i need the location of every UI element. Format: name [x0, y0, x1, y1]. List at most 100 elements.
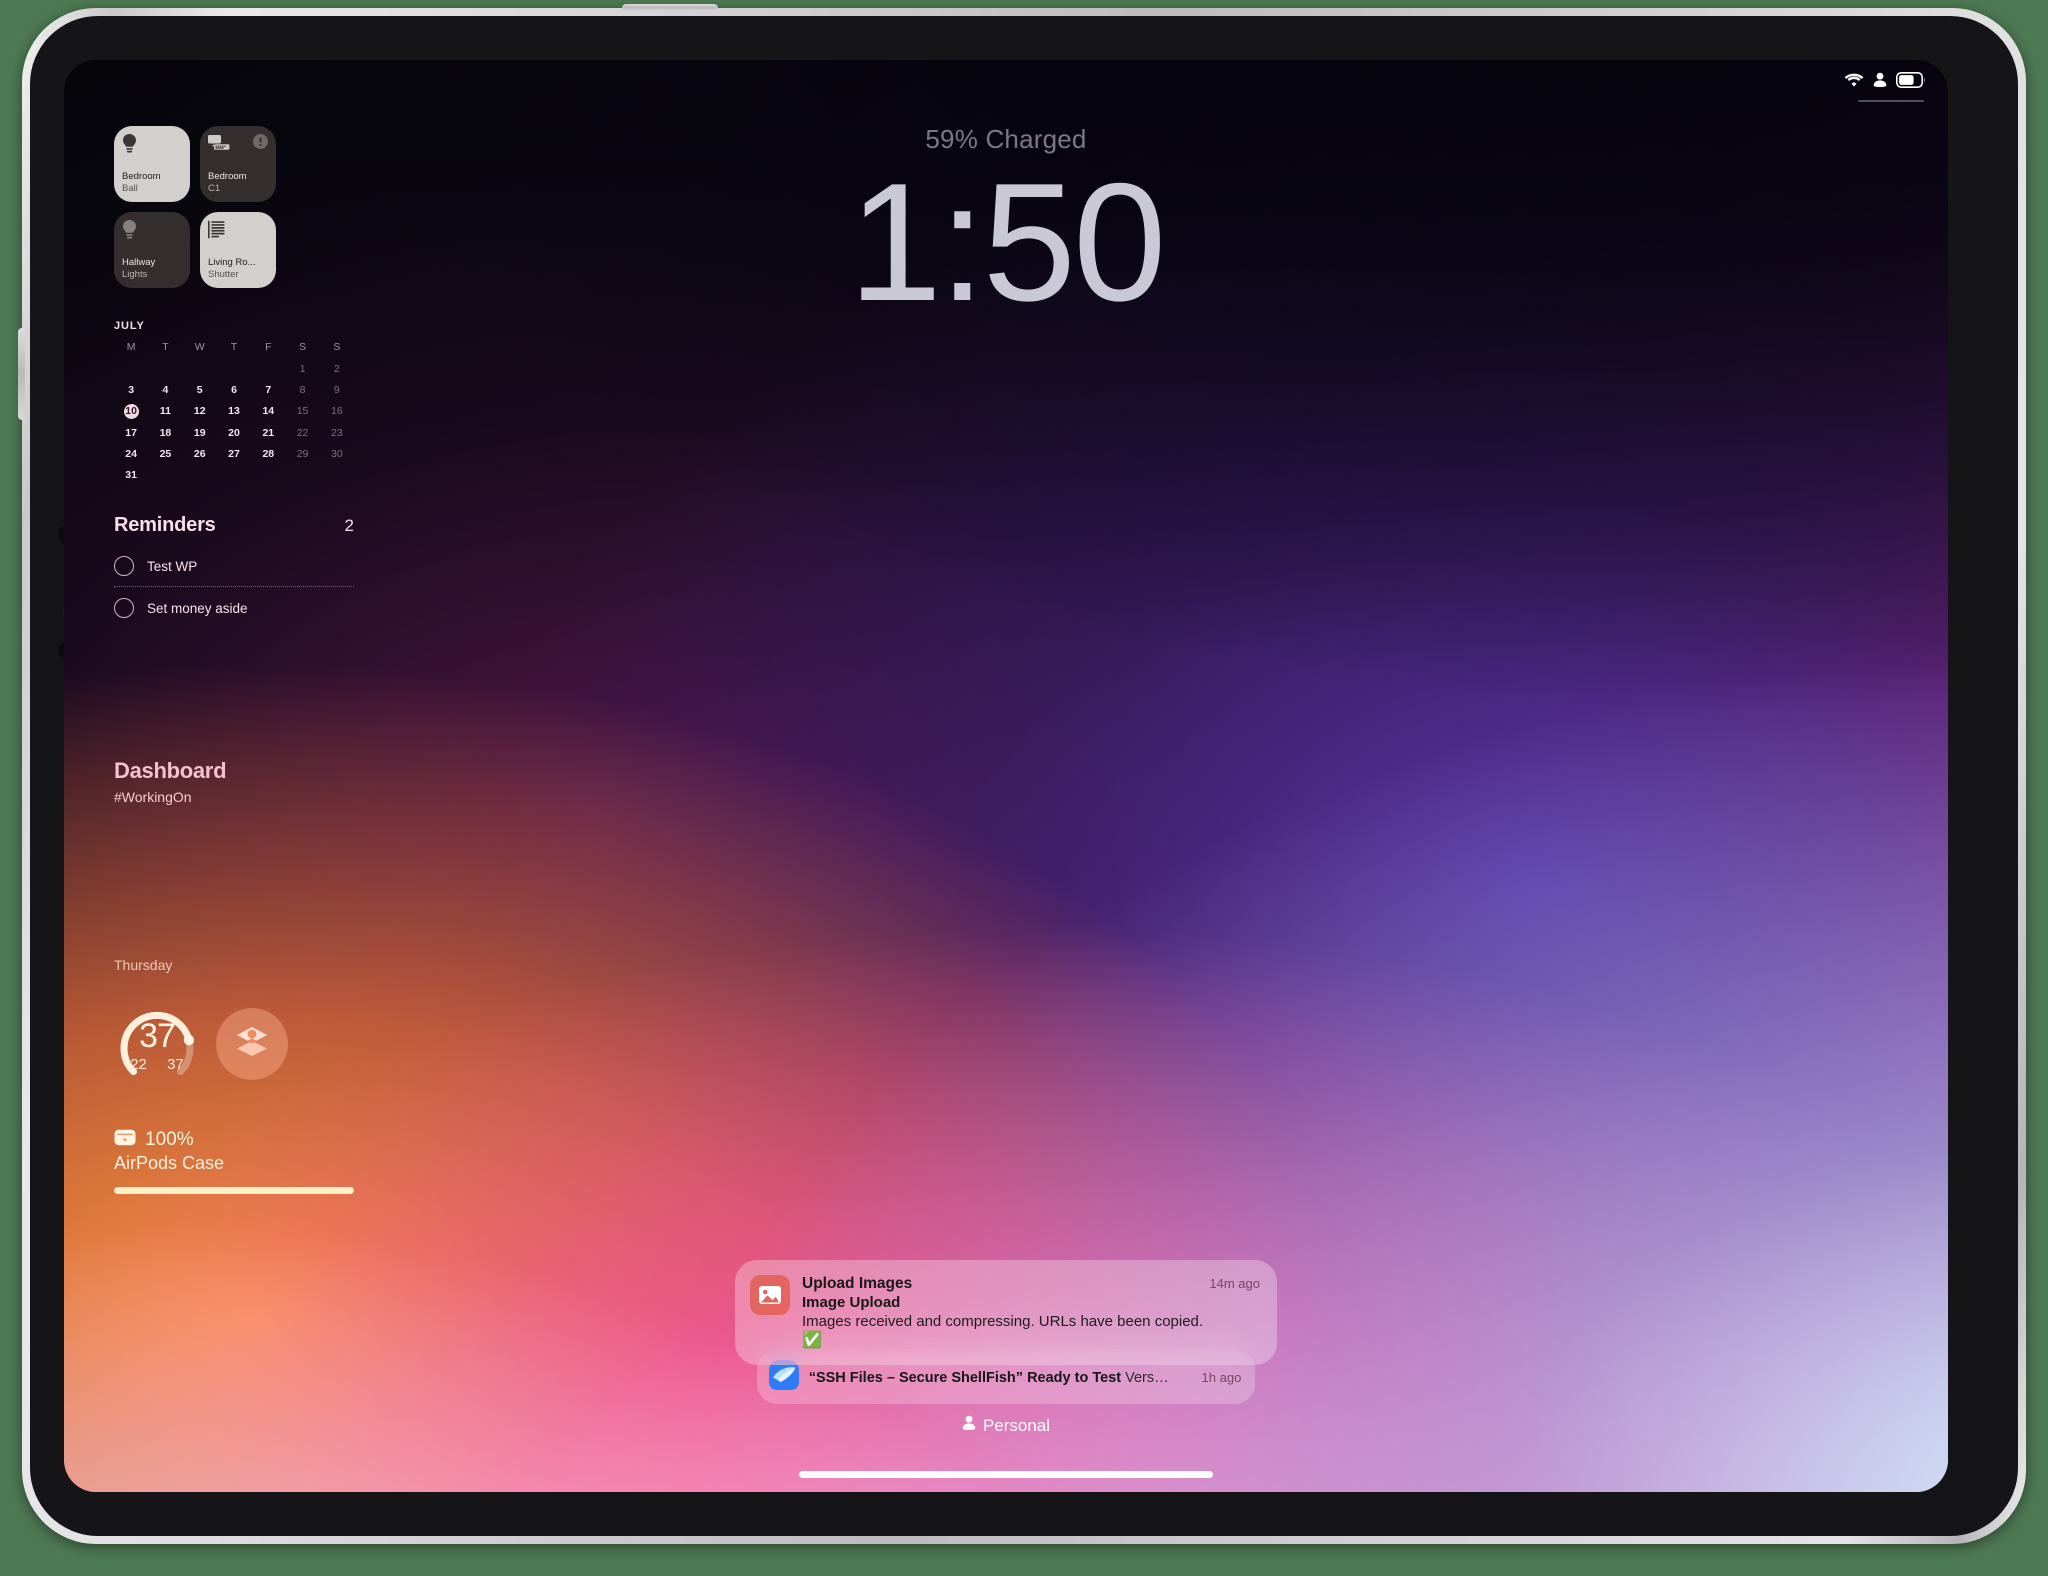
calendar-day-17[interactable]: 17: [114, 426, 148, 440]
calendar-day-20[interactable]: 20: [217, 426, 251, 440]
calendar-day-31[interactable]: 31: [114, 468, 148, 482]
ring-gauge-low: 22: [130, 1056, 147, 1073]
reminder-checkbox-icon[interactable]: [114, 556, 134, 576]
battery-progress-fill: [114, 1187, 354, 1194]
calendar-day-3[interactable]: 3: [114, 383, 148, 397]
calendar-day-16[interactable]: 16: [320, 404, 354, 419]
calendar-month-label: JULY: [114, 320, 145, 332]
battery-widget[interactable]: 100% AirPods Case: [114, 1129, 354, 1194]
power-button[interactable]: [622, 4, 718, 11]
home-tile-living-room-shutter[interactable]: Living Ro... Shutter: [200, 212, 276, 288]
calendar-day-5[interactable]: 5: [183, 383, 217, 397]
tile-label: Hallway Lights: [122, 257, 156, 280]
person-focus-icon: [1873, 72, 1887, 88]
computer-display-icon: [208, 134, 230, 157]
calendar-day-1[interactable]: 1: [285, 362, 319, 376]
status-bar-underline: [1858, 100, 1924, 102]
calendar-day-27[interactable]: 27: [217, 447, 251, 461]
notification-body: Upload Images 14m ago Image Upload Image…: [802, 1275, 1260, 1350]
calendar-day-blank: .: [114, 362, 148, 376]
calendar-day-15[interactable]: 15: [285, 404, 319, 419]
home-tile-bedroom-ball[interactable]: Bedroom Ball: [114, 126, 190, 202]
focus-mode-indicator[interactable]: Personal: [64, 1415, 1948, 1436]
calendar-widget[interactable]: JULY MTWTFSS.....12345678910111213141516…: [114, 320, 354, 482]
calendar-day-4[interactable]: 4: [148, 383, 182, 397]
reminders-list: Test WP Set money aside: [114, 550, 354, 628]
window-shutter-icon: [208, 220, 225, 244]
calendar-day-30[interactable]: 30: [320, 447, 354, 461]
calendar-day-22[interactable]: 22: [285, 426, 319, 440]
reminders-widget[interactable]: Reminders 2 Test WP Set money aside: [114, 514, 354, 628]
calendar-day-9[interactable]: 9: [320, 383, 354, 397]
testflight-icon: [768, 1360, 799, 1395]
battery-line: 100%: [114, 1129, 354, 1151]
calendar-day-2[interactable]: 2: [320, 362, 354, 376]
notification-compact-title: “SSH Files – Secure ShellFish” Ready to …: [809, 1370, 1192, 1386]
day-widget: Thursday 37 22 37: [114, 957, 354, 1087]
ring-gauge-high: 37: [167, 1056, 184, 1073]
calendar-day-12[interactable]: 12: [183, 404, 217, 419]
calendar-weekday-1: T: [162, 341, 169, 353]
calendar-day-6[interactable]: 6: [217, 383, 251, 397]
tile-label: Living Ro... Shutter: [208, 257, 256, 280]
calendar-day-11[interactable]: 11: [148, 404, 182, 419]
person-focus-icon: [962, 1415, 976, 1436]
volume-button[interactable]: [18, 328, 25, 420]
calendar-weekday-4: F: [265, 341, 272, 353]
calendar-day-blank: .: [148, 362, 182, 376]
notification-emoji: ✅: [802, 1332, 822, 1349]
wifi-icon: [1844, 73, 1864, 88]
calendar-day-8[interactable]: 8: [285, 383, 319, 397]
reminder-row[interactable]: Set money aside: [114, 586, 354, 628]
calendar-weekday-5: S: [299, 341, 307, 353]
battery-percent: 100%: [145, 1129, 194, 1150]
widget-column: Bedroom Ball Bedroom C1 Hallway Lights L…: [114, 126, 354, 1194]
calendar-day-28[interactable]: 28: [251, 447, 285, 461]
calendar-weekday-6: S: [333, 341, 341, 353]
calendar-weekday-0: M: [126, 341, 136, 353]
reminder-text: Set money aside: [147, 600, 248, 616]
notification-stack: Upload Images 14m ago Image Upload Image…: [735, 1260, 1277, 1404]
calendar-day-7[interactable]: 7: [251, 383, 285, 397]
lightbulb-icon: [122, 220, 137, 244]
notification-message: Images received and compressing. URLs ha…: [802, 1313, 1204, 1330]
reminder-row[interactable]: Test WP: [114, 550, 354, 586]
notification-title: Upload Images: [802, 1275, 913, 1292]
calendar-day-25[interactable]: 25: [148, 447, 182, 461]
calendar-day-23[interactable]: 23: [320, 426, 354, 440]
battery-device-label: AirPods Case: [114, 1153, 225, 1173]
exclamation-badge-icon: [253, 134, 268, 154]
airpods-case-icon: [114, 1129, 136, 1151]
home-tile-hallway-lights[interactable]: Hallway Lights: [114, 212, 190, 288]
calendar-day-14[interactable]: 14: [251, 404, 285, 419]
ipad-device-frame: 59% Charged 1:50 Bedroom Ball Bedroom C1…: [18, 4, 2026, 1544]
reminder-checkbox-icon[interactable]: [114, 598, 134, 618]
home-indicator[interactable]: [799, 1471, 1213, 1478]
calendar-day-blank: .: [217, 362, 251, 376]
calendar-day-26[interactable]: 26: [183, 447, 217, 461]
home-tile-bedroom-c1[interactable]: Bedroom C1: [200, 126, 276, 202]
calendar-day-29[interactable]: 29: [285, 447, 319, 461]
calendar-day-19[interactable]: 19: [183, 426, 217, 440]
calendar-day-21[interactable]: 21: [251, 426, 285, 440]
calendar-day-blank: .: [251, 362, 285, 376]
notification-time: 1h ago: [1201, 1370, 1242, 1385]
layers-stack-icon: [231, 1021, 273, 1068]
dashboard-widget[interactable]: Dashboard #WorkingOn: [114, 758, 354, 805]
ring-gauge-widget[interactable]: 37 22 37: [114, 1001, 200, 1087]
notification-row-title: Upload Images 14m ago: [802, 1275, 1260, 1293]
calendar-weekday-2: W: [194, 341, 205, 353]
lightbulb-icon: [122, 134, 137, 158]
battery-progress-track: [114, 1187, 354, 1194]
reminders-count: 2: [344, 516, 354, 535]
notification-title: “SSH Files – Secure ShellFish” Ready to …: [808, 1369, 1122, 1386]
layers-widget-button[interactable]: [216, 1008, 288, 1080]
calendar-day-13[interactable]: 13: [217, 404, 251, 419]
notification-upload-images[interactable]: Upload Images 14m ago Image Upload Image…: [735, 1260, 1277, 1365]
home-accessory-tiles: Bedroom Ball Bedroom C1 Hallway Lights L…: [114, 126, 354, 288]
ring-gauge-legend: 22 37: [110, 1056, 204, 1073]
calendar-day-18[interactable]: 18: [148, 426, 182, 440]
calendar-day-10[interactable]: 10: [123, 404, 139, 419]
calendar-day-24[interactable]: 24: [114, 447, 148, 461]
reminders-header: Reminders 2: [114, 514, 354, 537]
